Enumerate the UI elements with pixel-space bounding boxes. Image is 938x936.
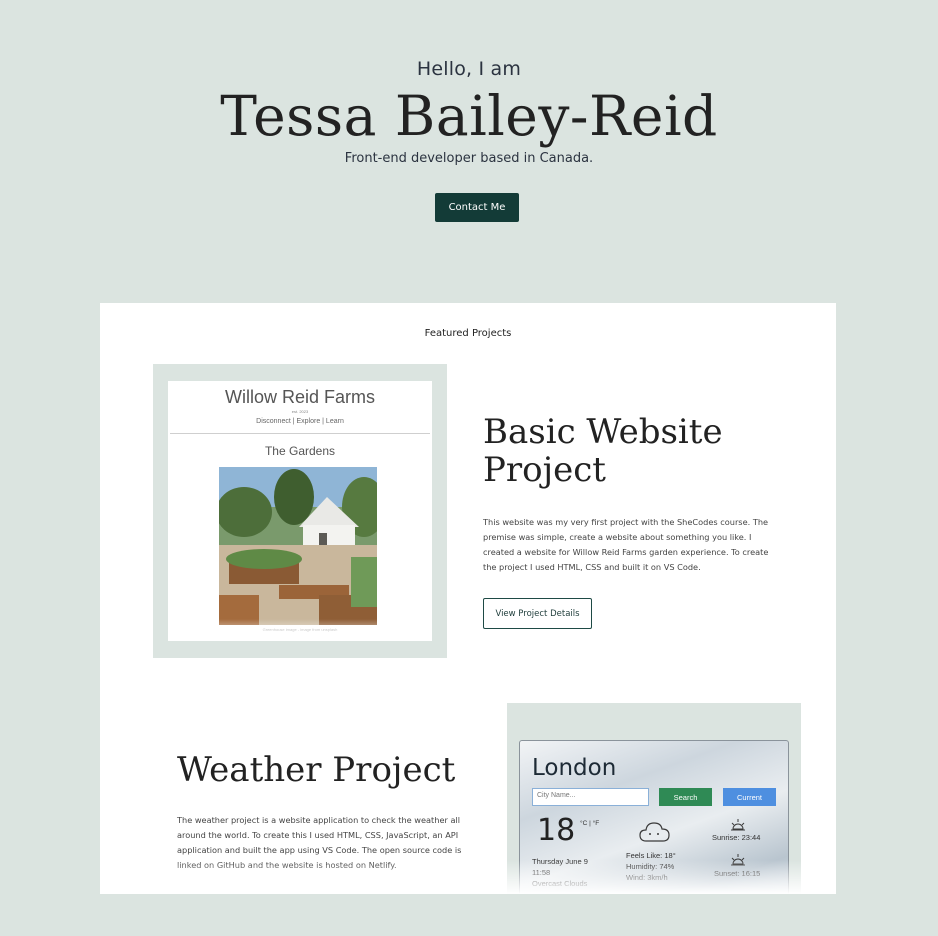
contact-me-button[interactable]: Contact Me <box>435 193 519 222</box>
weather-city-input: City Name... <box>532 788 649 806</box>
screenshot-divider <box>170 433 430 434</box>
weather-units: °C | °F <box>580 820 600 827</box>
weather-search-button: Search <box>659 788 712 806</box>
hero-tagline: Front-end developer based in Canada. <box>344 151 594 166</box>
weather-time: 11:58 <box>532 868 551 877</box>
project2-thumbnail[interactable]: London City Name... Search Current 18 °C… <box>507 703 801 894</box>
weather-date-block: Thursday June 9 11:58 Overcast Clouds <box>532 856 622 889</box>
weather-wind: Wind: 3km/h <box>626 873 668 882</box>
project1-description: This website was my very first project w… <box>483 517 769 572</box>
screenshot-nav: Disconnect | Explore | Learn <box>256 418 344 425</box>
weather-details: Feels Like: 18° Humidity: 74% Wind: 3km/… <box>626 850 716 883</box>
weather-sunset: Sunset: 16:15 <box>714 869 761 878</box>
weather-temperature: 18 <box>537 813 576 848</box>
weather-city: London <box>532 755 617 781</box>
hero-greeting: Hello, I am <box>416 58 522 80</box>
cloud-icon <box>638 819 672 850</box>
view-project-details-button[interactable]: View Project Details <box>483 598 592 629</box>
garden-image <box>219 467 377 625</box>
weather-app-screenshot: London City Name... Search Current 18 °C… <box>519 740 789 894</box>
screenshot-date: est. 2023 <box>291 409 309 414</box>
screenshot-subtitle: The Gardens <box>264 444 336 458</box>
weather-current-button: Current <box>723 788 776 806</box>
screenshot-site-title: Willow Reid Farms <box>224 387 375 407</box>
weather-feels-like: Feels Like: 18° <box>626 851 676 860</box>
weather-date: Thursday June 9 <box>532 857 588 866</box>
project1-thumbnail[interactable]: Willow Reid Farms est. 2023 Disconnect |… <box>153 364 447 658</box>
featured-heading: Featured Projects <box>424 328 512 339</box>
weather-sunrise: Sunrise: 23:44 <box>712 833 761 842</box>
featured-projects-card: Featured Projects Willow Reid Farms est.… <box>100 303 836 894</box>
willow-reid-screenshot: Willow Reid Farms est. 2023 Disconnect |… <box>168 381 432 641</box>
hero-section: Hello, I am Tessa Bailey-Reid Front-end … <box>0 0 938 300</box>
project1-title: Basic Website Project <box>483 412 723 490</box>
screenshot-fade <box>168 619 432 641</box>
hero-name: Tessa Bailey-Reid <box>220 84 718 148</box>
weather-humidity: Humidity: 74% <box>626 862 675 871</box>
project2-title: Weather Project <box>177 750 456 790</box>
weather-condition: Overcast Clouds <box>532 879 588 888</box>
project2-description: The weather project is a website applica… <box>177 815 462 870</box>
